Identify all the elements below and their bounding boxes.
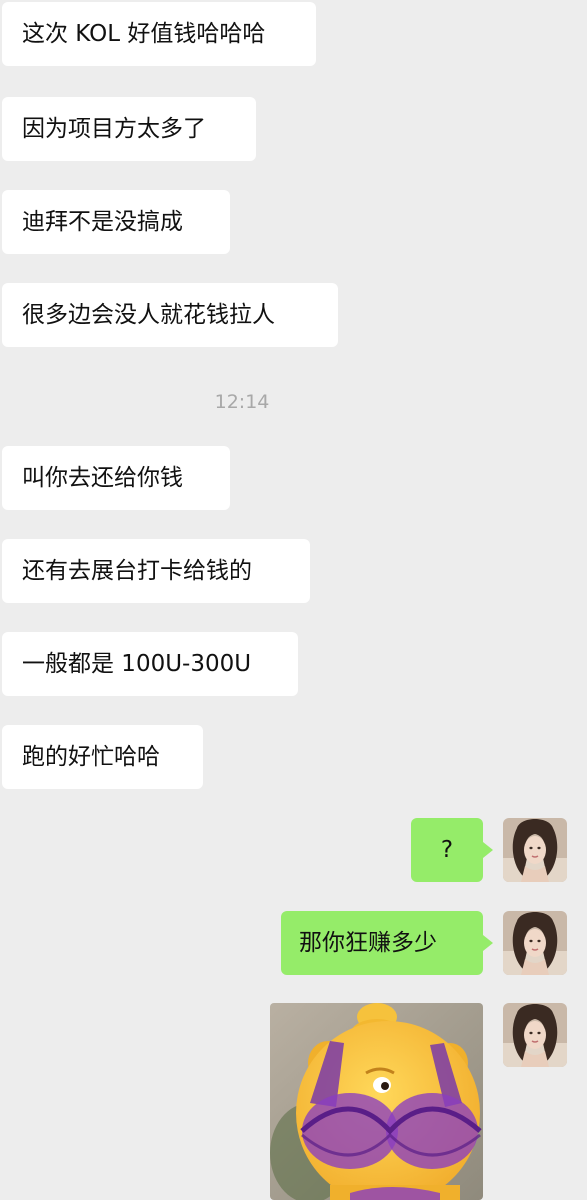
message-timestamp: 12:14	[214, 391, 270, 413]
outgoing-message-bubble[interactable]: ?	[411, 818, 493, 882]
cartoon-bear-sticker-icon[interactable]	[270, 1003, 483, 1200]
user-avatar-icon[interactable]	[503, 818, 567, 882]
outgoing-message-bubble[interactable]: 那你狂赚多少	[281, 911, 493, 975]
incoming-message-bubble[interactable]: 这次 KOL 好值钱哈哈哈	[2, 2, 316, 66]
incoming-message-bubble[interactable]: 很多边会没人就花钱拉人	[2, 283, 338, 347]
incoming-message-bubble[interactable]: 因为项目方太多了	[2, 97, 256, 161]
chat-conversation: 这次 KOL 好值钱哈哈哈 因为项目方太多了 迪拜不是没搞成 很多边会没人就花钱…	[0, 0, 587, 1200]
incoming-message-bubble[interactable]: 叫你去还给你钱	[2, 446, 230, 510]
incoming-message-bubble[interactable]: 还有去展台打卡给钱的	[2, 539, 310, 603]
incoming-message-bubble[interactable]: 跑的好忙哈哈	[2, 725, 203, 789]
user-avatar-icon[interactable]	[503, 1003, 567, 1067]
incoming-message-bubble[interactable]: 一般都是 100U-300U	[2, 632, 298, 696]
incoming-message-bubble[interactable]: 迪拜不是没搞成	[2, 190, 230, 254]
user-avatar-icon[interactable]	[503, 911, 567, 975]
